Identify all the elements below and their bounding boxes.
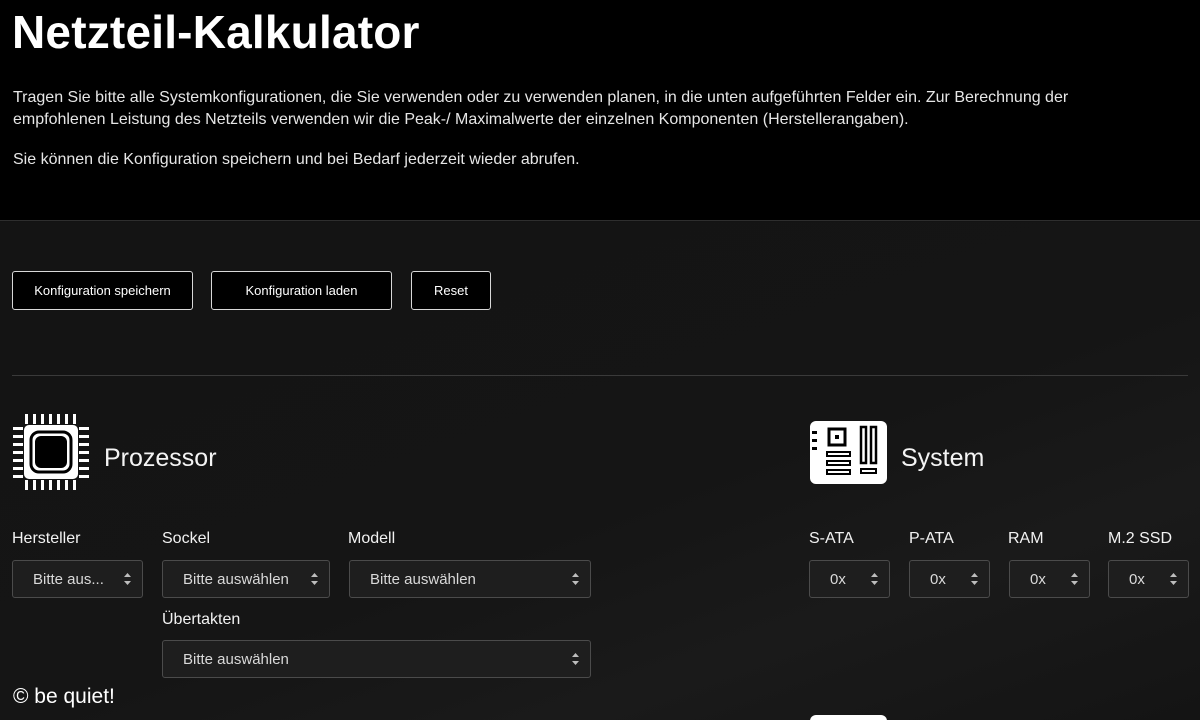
select-arrows-icon [572,573,579,585]
system-section-title: System [901,444,985,472]
section-divider [12,375,1188,376]
socket-label: Sockel [162,530,211,547]
select-arrows-icon [311,573,318,585]
manufacturer-label: Hersteller [12,530,81,547]
pata-label: P-ATA [909,530,954,547]
select-arrows-icon [971,573,978,585]
model-select[interactable]: Bitte auswählen [349,560,591,598]
model-label: Modell [348,530,396,547]
sata-label: S-ATA [809,530,854,547]
m2-ssd-count-select[interactable]: 0x [1108,560,1189,598]
page-header: Netzteil-Kalkulator Tragen Sie bitte all… [0,0,1200,221]
motherboard-icon [810,421,887,484]
intro-note: Sie können die Konfiguration speichern u… [13,151,580,168]
processor-section-title: Prozessor [104,444,217,472]
load-config-button[interactable]: Konfiguration laden [211,271,392,310]
manufacturer-select[interactable]: Bitte aus... [12,560,143,598]
select-arrows-icon [871,573,878,585]
overclock-select[interactable]: Bitte auswählen [162,640,591,678]
cpu-chip-icon [13,414,89,490]
select-arrows-icon [1170,573,1177,585]
intro-text: Tragen Sie bitte alle Systemkonfiguratio… [13,89,1069,128]
m2-ssd-label: M.2 SSD [1108,530,1173,547]
socket-select[interactable]: Bitte auswählen [162,560,330,598]
reset-button[interactable]: Reset [411,271,491,310]
select-arrows-icon [124,573,131,585]
save-config-button[interactable]: Konfiguration speichern [12,271,193,310]
next-section-icon [810,715,887,720]
ram-label: RAM [1008,530,1044,547]
pata-count-select[interactable]: 0x [909,560,990,598]
select-arrows-icon [1071,573,1078,585]
page-title: Netzteil-Kalkulator [12,6,420,58]
copyright-watermark: © be quiet! [13,685,115,708]
overclock-label: Übertakten [162,611,241,628]
sata-count-select[interactable]: 0x [809,560,890,598]
ram-count-select[interactable]: 0x [1009,560,1090,598]
select-arrows-icon [572,653,579,665]
